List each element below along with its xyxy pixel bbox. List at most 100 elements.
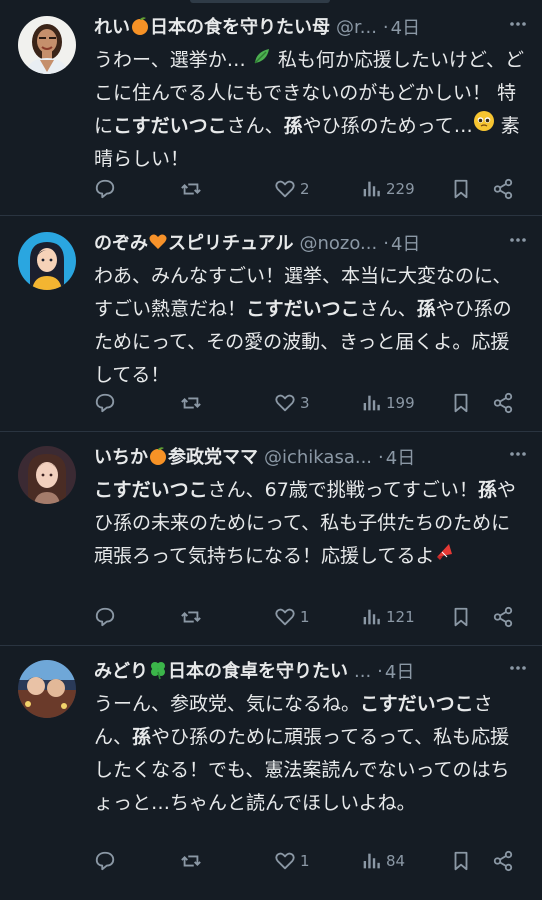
bold-text: 孫 bbox=[283, 115, 303, 137]
bold-text: こすだいつこ bbox=[94, 479, 208, 501]
avatar[interactable] bbox=[18, 446, 76, 504]
tweet[interactable]: れい 日本の食を守りたい母 @r... · 4日 うわー、選挙か… 私も何か応援し… bbox=[0, 0, 542, 216]
share-icon bbox=[492, 392, 514, 414]
tweet-actions: 1 121 bbox=[94, 602, 524, 632]
user-handle[interactable]: ... bbox=[354, 661, 371, 682]
like-count: 1 bbox=[300, 852, 310, 870]
tweet-text: うわー、選挙か… 私も何か応援したいけど、どこに住んでる人にもできないのがもどか… bbox=[94, 44, 526, 176]
timestamp[interactable]: 4日 bbox=[391, 230, 420, 256]
tweet-actions: 3 199 bbox=[94, 388, 524, 418]
orange-heart-icon bbox=[148, 232, 168, 257]
tweet-text: うーん、参政党、気になるね。こすだいつこさん、孫やひ孫のために頑張ってるって、私… bbox=[94, 693, 510, 814]
reply-icon bbox=[94, 392, 116, 414]
repost-button[interactable] bbox=[180, 602, 202, 632]
like-button[interactable]: 1 bbox=[274, 846, 310, 876]
bold-text: 孫 bbox=[132, 726, 152, 748]
reply-icon bbox=[94, 850, 116, 872]
bookmark-button[interactable] bbox=[450, 174, 472, 204]
tweet-text: こすだいつこさん、67歳で挑戦ってすごい！孫やひ孫の未来のためにって、私も子供た… bbox=[94, 474, 526, 573]
views-button[interactable]: 84 bbox=[360, 846, 405, 876]
separator-dot: · bbox=[382, 16, 389, 38]
reply-button[interactable] bbox=[94, 388, 116, 418]
bookmark-button[interactable] bbox=[450, 388, 472, 418]
more-icon[interactable] bbox=[508, 14, 528, 39]
user-handle[interactable]: @nozo... bbox=[299, 233, 377, 254]
like-count: 3 bbox=[300, 394, 310, 412]
share-button[interactable] bbox=[492, 388, 514, 418]
tweet[interactable]: みどり 日本の食卓を守りたい ... · 4日 うーん、参政党、気になるね。こすだ… bbox=[0, 646, 542, 900]
timestamp[interactable]: 4日 bbox=[385, 658, 414, 684]
bookmark-button[interactable] bbox=[450, 602, 472, 632]
bookmark-icon bbox=[450, 178, 472, 200]
like-count: 1 bbox=[300, 608, 310, 626]
more-icon[interactable] bbox=[508, 444, 528, 469]
pleading-face-icon bbox=[473, 110, 495, 143]
share-icon bbox=[492, 178, 514, 200]
share-button[interactable] bbox=[492, 602, 514, 632]
repost-button[interactable] bbox=[180, 846, 202, 876]
user-handle[interactable]: @r... bbox=[336, 17, 377, 38]
view-count: 199 bbox=[386, 394, 415, 412]
user-handle[interactable]: @ichikasa... bbox=[264, 447, 372, 468]
reply-button[interactable] bbox=[94, 846, 116, 876]
repost-button[interactable] bbox=[180, 388, 202, 418]
bold-text: 孫 bbox=[416, 298, 436, 320]
separator-dot: · bbox=[383, 232, 389, 254]
bookmark-button[interactable] bbox=[450, 846, 472, 876]
tweet[interactable]: いちか 参政党ママ @ichikasa... · 4日 こすだいつこさん、67歳で… bbox=[0, 432, 542, 646]
share-button[interactable] bbox=[492, 174, 514, 204]
megaphone-icon bbox=[434, 540, 456, 573]
repost-icon bbox=[180, 606, 202, 628]
like-button[interactable]: 2 bbox=[274, 174, 310, 204]
avatar[interactable] bbox=[18, 16, 76, 74]
tweet-actions: 1 84 bbox=[94, 846, 524, 876]
views-icon bbox=[360, 178, 382, 200]
display-name[interactable]: いちか 参政党ママ bbox=[94, 443, 258, 471]
bold-text: こすだいつこ bbox=[360, 693, 474, 715]
tweet-header: みどり 日本の食卓を守りたい ... · 4日 bbox=[94, 656, 532, 686]
display-name[interactable]: のぞみ スピリチュアル bbox=[94, 229, 293, 257]
display-name[interactable]: れい 日本の食を守りたい母 bbox=[94, 13, 330, 41]
like-button[interactable]: 3 bbox=[274, 388, 310, 418]
share-icon bbox=[492, 850, 514, 872]
like-button[interactable]: 1 bbox=[274, 602, 310, 632]
views-button[interactable]: 199 bbox=[360, 388, 415, 418]
reply-button[interactable] bbox=[94, 602, 116, 632]
bookmark-icon bbox=[450, 392, 472, 414]
like-count: 2 bbox=[300, 180, 310, 198]
timestamp[interactable]: 4日 bbox=[391, 14, 420, 40]
share-button[interactable] bbox=[492, 846, 514, 876]
bold-text: 孫 bbox=[477, 479, 497, 501]
leaf-icon bbox=[252, 44, 272, 77]
tweet-text: わあ、みんなすごい！選挙、本当に大変なのに、すごい熱意だね！こすだいつこさん、孫… bbox=[94, 265, 512, 386]
display-name[interactable]: みどり 日本の食卓を守りたい bbox=[94, 657, 348, 685]
more-icon[interactable] bbox=[508, 230, 528, 255]
views-icon bbox=[360, 850, 382, 872]
separator-dot: · bbox=[378, 446, 384, 468]
tweet-header: れい 日本の食を守りたい母 @r... · 4日 bbox=[94, 12, 532, 42]
separator-dot: · bbox=[377, 660, 383, 682]
view-count: 229 bbox=[386, 180, 415, 198]
more-icon[interactable] bbox=[508, 658, 528, 683]
avatar[interactable] bbox=[18, 660, 76, 718]
heart-icon bbox=[274, 606, 296, 628]
repost-button[interactable] bbox=[180, 174, 202, 204]
tweet[interactable]: のぞみ スピリチュアル @nozo... · 4日 わあ、みんなすごい！選挙、本当… bbox=[0, 216, 542, 432]
four-leaf-clover-icon bbox=[148, 660, 168, 685]
tweet-header: いちか 参政党ママ @ichikasa... · 4日 bbox=[94, 442, 532, 472]
reply-icon bbox=[94, 606, 116, 628]
heart-icon bbox=[274, 178, 296, 200]
heart-icon bbox=[274, 850, 296, 872]
repost-icon bbox=[180, 392, 202, 414]
avatar[interactable] bbox=[18, 232, 76, 290]
views-button[interactable]: 229 bbox=[360, 174, 415, 204]
bookmark-icon bbox=[450, 606, 472, 628]
timestamp[interactable]: 4日 bbox=[386, 444, 415, 470]
views-button[interactable]: 121 bbox=[360, 602, 415, 632]
tangerine-icon bbox=[148, 446, 168, 471]
heart-icon bbox=[274, 392, 296, 414]
reply-button[interactable] bbox=[94, 174, 116, 204]
bold-text: こすだいつこ bbox=[113, 115, 227, 137]
repost-icon bbox=[180, 850, 202, 872]
reply-icon bbox=[94, 178, 116, 200]
